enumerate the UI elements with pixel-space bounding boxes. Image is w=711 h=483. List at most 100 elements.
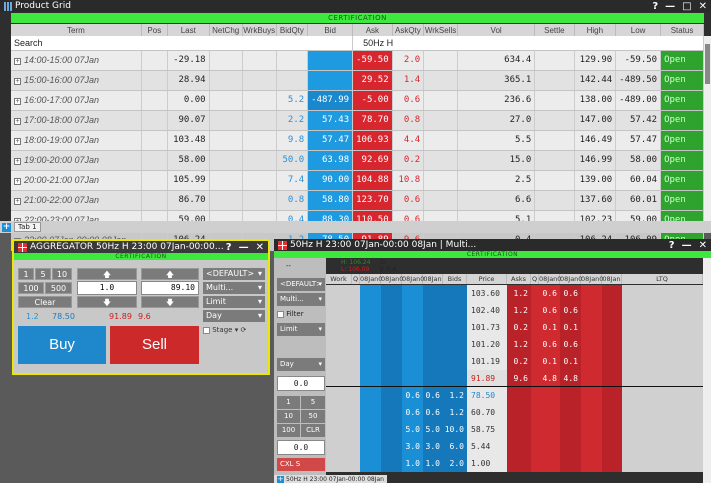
qty-up-arrow-icon[interactable]: 🡅 bbox=[77, 268, 137, 280]
add-tab-icon[interactable]: + bbox=[277, 475, 284, 483]
bid-depth-cell[interactable] bbox=[381, 285, 402, 302]
cell-vol[interactable]: 634.4 bbox=[457, 50, 536, 71]
bid-depth-cell[interactable] bbox=[360, 370, 381, 387]
ask-depth-cell[interactable]: 0.6 bbox=[560, 336, 581, 353]
ask-depth-cell[interactable] bbox=[539, 438, 560, 455]
asks-cell[interactable]: 1.2 bbox=[507, 302, 531, 319]
bid-depth-cell[interactable]: 0.6 bbox=[402, 404, 423, 421]
ask-depth-cell[interactable] bbox=[581, 336, 602, 353]
quantity-input[interactable]: 1.0 bbox=[77, 281, 137, 295]
price-cell[interactable]: 101.20 bbox=[467, 336, 507, 353]
cell-wrkbuys[interactable] bbox=[242, 110, 277, 131]
cell-askqty[interactable]: 0.8 bbox=[392, 110, 425, 131]
q-cell[interactable] bbox=[352, 302, 360, 319]
ltq-cell[interactable] bbox=[622, 421, 703, 438]
cell-netchg[interactable] bbox=[209, 190, 243, 211]
price-input[interactable]: 89.10 bbox=[141, 281, 199, 295]
asks-cell[interactable]: 1.2 bbox=[507, 285, 531, 302]
table-row[interactable]: +14:00-15:00 07Jan -29.18 -59.50 2.0 634.4 12… bbox=[11, 50, 704, 71]
tif-dropdown[interactable]: Day bbox=[277, 358, 325, 371]
ask-depth-cell[interactable] bbox=[602, 421, 622, 438]
asks-cell[interactable] bbox=[507, 421, 531, 438]
table-row[interactable]: +15:00-16:00 07Jan 28.94 29.52 1.4 365.1 142.… bbox=[11, 70, 704, 91]
cell-status[interactable]: Open bbox=[660, 110, 704, 131]
bid-depth-cell[interactable]: 1.0 bbox=[402, 455, 423, 472]
price-cell[interactable]: 101.73 bbox=[467, 319, 507, 336]
bid-depth-cell[interactable] bbox=[360, 319, 381, 336]
cell-low[interactable]: -489.50 bbox=[615, 70, 662, 91]
cell-low[interactable]: 57.42 bbox=[615, 110, 662, 131]
cell-bidqty[interactable] bbox=[276, 50, 309, 71]
multi-dropdown[interactable]: Multi... bbox=[203, 282, 265, 294]
work-cell[interactable] bbox=[326, 404, 352, 421]
asks-cell[interactable] bbox=[507, 455, 531, 472]
cell-pos[interactable] bbox=[141, 150, 168, 171]
bid-depth-cell[interactable] bbox=[381, 302, 402, 319]
bid-depth-cell[interactable]: 0.6 bbox=[423, 387, 443, 404]
table-row[interactable]: +16:00-17:00 07Jan 0.00 5.2 -487.99 -5.00 0.6… bbox=[11, 90, 704, 111]
ask-depth-cell[interactable] bbox=[581, 421, 602, 438]
cell-askqty[interactable]: 0.2 bbox=[392, 150, 425, 171]
cell-high[interactable]: 137.60 bbox=[574, 190, 617, 211]
bid-depth-cell[interactable]: 3.0 bbox=[402, 438, 423, 455]
bids-cell[interactable]: 1.2 bbox=[443, 404, 467, 421]
column-header[interactable]: Status bbox=[660, 24, 704, 36]
help-button[interactable]: ? bbox=[226, 242, 232, 253]
help-button[interactable]: ? bbox=[669, 240, 675, 251]
cell-vol[interactable]: 2.5 bbox=[457, 170, 536, 191]
cell-status[interactable]: Open bbox=[660, 90, 704, 111]
ask-depth-cell[interactable]: 0.1 bbox=[560, 319, 581, 336]
cell-bidqty[interactable]: 9.8 bbox=[276, 130, 309, 151]
cell-ask[interactable]: 92.69 bbox=[352, 150, 393, 171]
cell-high[interactable]: 142.44 bbox=[574, 70, 617, 91]
cell-wrksells[interactable] bbox=[423, 90, 458, 111]
ltq-cell[interactable] bbox=[622, 370, 703, 387]
cell-last[interactable]: -29.18 bbox=[167, 50, 210, 71]
account-dropdown[interactable]: <DEFAULT> bbox=[203, 268, 265, 280]
minimize-button[interactable]: — bbox=[239, 242, 249, 253]
cell-bidqty[interactable] bbox=[276, 70, 309, 91]
refresh-icon[interactable]: ▾ ⟳ bbox=[235, 326, 247, 334]
price-up-arrow-icon[interactable]: 🡅 bbox=[141, 268, 199, 280]
cell-settle[interactable] bbox=[534, 150, 575, 171]
ask-depth-cell[interactable] bbox=[560, 404, 581, 421]
cell-netchg[interactable] bbox=[209, 130, 243, 151]
cell-last[interactable]: 86.70 bbox=[167, 190, 210, 211]
cell-high[interactable]: 146.49 bbox=[574, 130, 617, 151]
minimize-button[interactable]: — bbox=[682, 240, 692, 251]
cell-last[interactable]: 90.07 bbox=[167, 110, 210, 131]
order-type-dropdown[interactable]: Limit bbox=[203, 296, 265, 308]
price-cell[interactable]: 102.40 bbox=[467, 302, 507, 319]
buy-button[interactable]: Buy bbox=[18, 326, 106, 364]
q-cell[interactable] bbox=[352, 455, 360, 472]
column-header[interactable]: Last bbox=[167, 24, 210, 36]
q-cell[interactable] bbox=[531, 319, 539, 336]
cell-term[interactable]: +17:00-18:00 07Jan bbox=[11, 110, 142, 131]
bid-depth-cell[interactable]: 5.0 bbox=[402, 421, 423, 438]
bids-cell[interactable]: 1.2 bbox=[443, 387, 467, 404]
cell-ask[interactable]: 106.93 bbox=[352, 130, 393, 151]
close-button[interactable]: ✕ bbox=[699, 240, 707, 251]
qty-button-100[interactable]: 100 bbox=[277, 424, 300, 437]
cell-wrksells[interactable] bbox=[423, 50, 458, 71]
cell-wrkbuys[interactable] bbox=[242, 190, 277, 211]
cell-vol[interactable]: 6.6 bbox=[457, 190, 536, 211]
bid-depth-cell[interactable] bbox=[381, 370, 402, 387]
cell-netchg[interactable] bbox=[209, 90, 243, 111]
bid-depth-cell[interactable] bbox=[360, 438, 381, 455]
q-cell[interactable] bbox=[531, 285, 539, 302]
ladder-bottom-tab[interactable]: + 50Hz H 23:00 07Jan-00:00 08Jan bbox=[274, 475, 387, 483]
cell-ask[interactable]: 123.70 bbox=[352, 190, 393, 211]
cell-bid[interactable]: 90.00 bbox=[307, 170, 354, 191]
cell-status[interactable]: Open bbox=[660, 150, 704, 171]
ltq-cell[interactable] bbox=[622, 387, 703, 404]
bid-depth-cell[interactable] bbox=[381, 404, 402, 421]
table-row[interactable]: +20:00-21:00 07Jan 105.99 7.4 90.00 104.88 10… bbox=[11, 170, 704, 191]
q-cell[interactable] bbox=[352, 319, 360, 336]
cell-settle[interactable] bbox=[534, 130, 575, 151]
column-header[interactable]: BidQty bbox=[276, 24, 309, 36]
price-cell[interactable]: 91.89 bbox=[467, 370, 507, 387]
sell-button[interactable]: Sell bbox=[110, 326, 199, 364]
ask-depth-cell[interactable] bbox=[602, 302, 622, 319]
cell-bidqty[interactable]: 5.2 bbox=[276, 90, 309, 111]
